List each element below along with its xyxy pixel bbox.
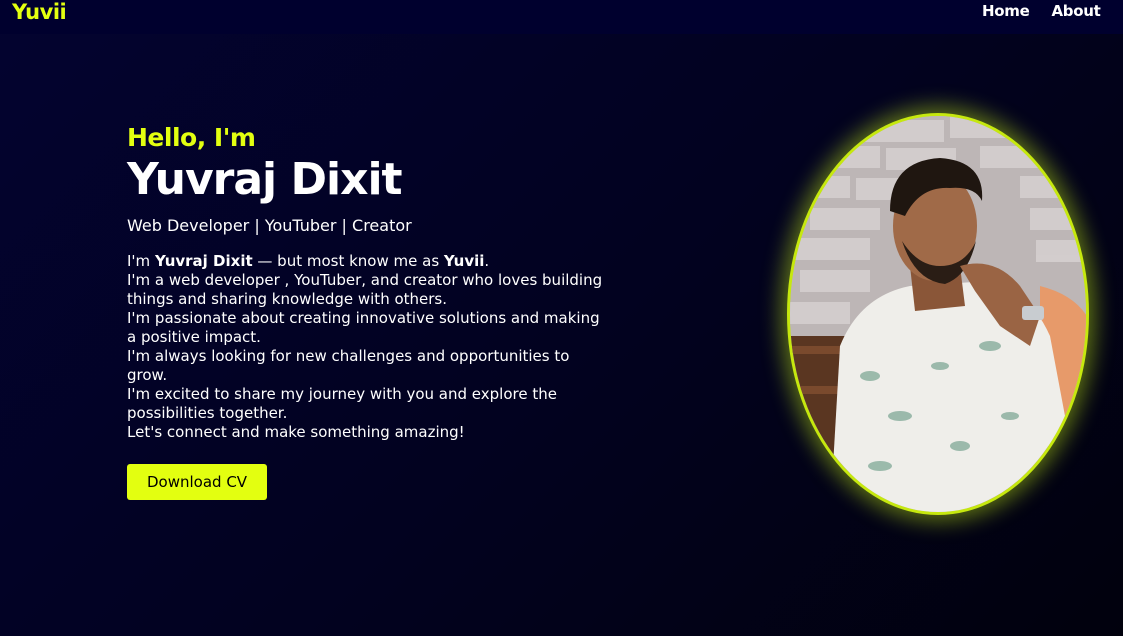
hero-section: Hello, I'm Yuvraj Dixit Web Developer | … [127, 118, 627, 500]
bio-line: I'm excited to share my journey with you… [127, 385, 557, 422]
profile-photo-illustration [790, 116, 1086, 512]
hero-tagline: Web Developer | YouTuber | Creator [127, 216, 412, 235]
nav-link-about[interactable]: About [1051, 2, 1100, 20]
hero-bio: I'm Yuvraj Dixit — but most know me as Y… [127, 252, 607, 442]
navbar: Yuvii Home About [0, 0, 1123, 34]
nav-links: Home About [982, 2, 1122, 20]
bio-intro-name: Yuvraj Dixit [154, 252, 253, 270]
bio-line: I'm passionate about creating innovative… [127, 309, 600, 346]
bio-intro-suffix: . [484, 252, 490, 270]
site-logo[interactable]: Yuvii [12, 0, 67, 24]
bio-line: I'm always looking for new challenges an… [127, 347, 570, 384]
bio-line: I'm a web developer , YouTuber, and crea… [127, 271, 603, 308]
download-cv-button[interactable]: Download CV [127, 464, 268, 500]
bio-intro-middle: — but most know me as [252, 252, 444, 270]
bio-line: Let's connect and make something amazing… [127, 423, 465, 441]
bio-intro-prefix: I'm [127, 252, 155, 270]
nav-link-home[interactable]: Home [982, 2, 1030, 20]
bio-intro-nick: Yuvii [443, 252, 485, 270]
hero-name: Yuvraj Dixit [127, 154, 403, 205]
bio-intro: I'm Yuvraj Dixit — but most know me as Y… [127, 252, 607, 271]
profile-photo [787, 113, 1089, 515]
